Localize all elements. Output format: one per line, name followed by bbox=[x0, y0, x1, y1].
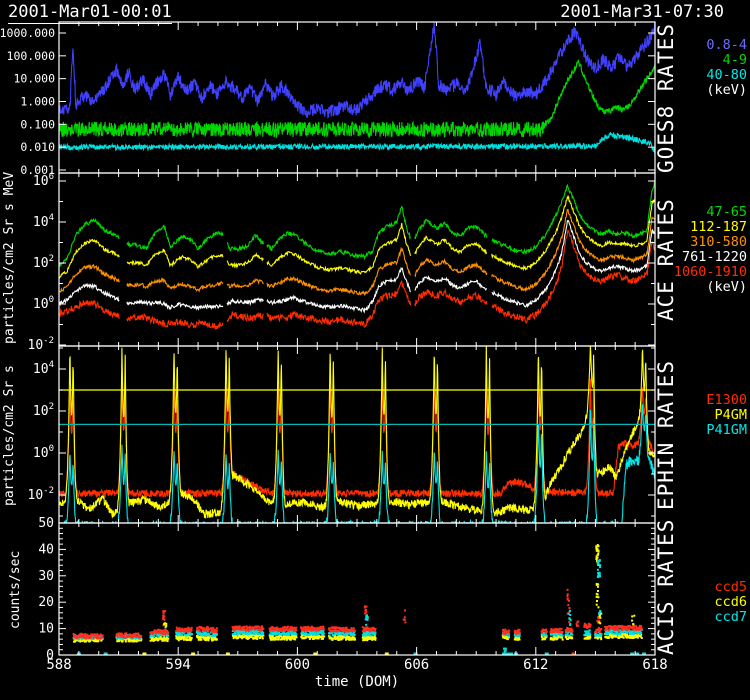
ephin-series-E1300 bbox=[59, 379, 655, 497]
svg-text:618: 618 bbox=[642, 657, 667, 673]
goes8-series-group bbox=[59, 19, 655, 152]
svg-text:0.010: 0.010 bbox=[20, 140, 55, 154]
svg-text:100: 100 bbox=[33, 295, 54, 312]
ephin-frame bbox=[59, 346, 655, 523]
svg-text:20: 20 bbox=[38, 595, 54, 610]
svg-text:50: 50 bbox=[38, 516, 54, 531]
svg-text:30: 30 bbox=[38, 569, 54, 584]
ace-series-group bbox=[59, 181, 655, 329]
svg-text:100.000: 100.000 bbox=[7, 49, 56, 63]
ace-series-761-1220 bbox=[59, 221, 655, 312]
ace-legend-item: 761-1220 bbox=[674, 250, 747, 265]
svg-text:1000.000: 1000.000 bbox=[0, 26, 55, 40]
goes8-ytick-labels: 1000.000100.00010.0001.0000.1000.0100.00… bbox=[0, 26, 55, 177]
ace-legend-item: 112-187 bbox=[674, 220, 747, 235]
ephin-legend-item: P4GM bbox=[706, 408, 747, 423]
acis-panel-title: ACIS RATES bbox=[654, 523, 678, 655]
goes8-legend-item: (keV) bbox=[706, 83, 747, 98]
svg-text:1.000: 1.000 bbox=[20, 94, 55, 108]
ephin-legend-item: E1300 bbox=[706, 393, 747, 408]
ephin-ytick-labels: 10-2 100 102 104 bbox=[28, 360, 55, 503]
x-axis-tick-labels: 588 594 600 606 612 618 bbox=[46, 657, 667, 673]
goes8-panel-title: GOES8 RATES bbox=[654, 22, 678, 173]
acis-legend-item: ccd6 bbox=[714, 595, 747, 610]
svg-text:588: 588 bbox=[46, 657, 71, 673]
ace-ytick-labels: 10-2 100 102 104 106 bbox=[28, 172, 55, 353]
ephin-ticks bbox=[59, 346, 655, 523]
svg-text:612: 612 bbox=[523, 657, 548, 673]
goes8-legend-item: 40-80 bbox=[706, 68, 747, 83]
ace-legend-item: 1060-1910 bbox=[674, 265, 747, 280]
ephin-series-group bbox=[59, 344, 655, 533]
svg-text:104: 104 bbox=[33, 213, 54, 230]
goes8-series-4-9 bbox=[59, 60, 655, 137]
ephin-legend: E1300P4GMP41GM bbox=[706, 393, 747, 438]
x-axis-label: time (DOM) bbox=[59, 674, 655, 690]
ephin-panel-title: EPHIN RATES bbox=[654, 346, 678, 523]
svg-text:40: 40 bbox=[38, 542, 54, 557]
svg-text:10: 10 bbox=[38, 622, 54, 637]
ace-series-310-580 bbox=[59, 210, 655, 296]
goes8-legend-item: 0.8-4 bbox=[706, 38, 747, 53]
svg-text:606: 606 bbox=[404, 657, 429, 673]
goes8-series-0.8-4 bbox=[59, 19, 655, 118]
svg-text:0.100: 0.100 bbox=[20, 117, 55, 131]
acis-ytick-labels: 01020304050 bbox=[38, 516, 54, 663]
svg-text:10.000: 10.000 bbox=[13, 72, 55, 86]
space-weather-plot-screen: { "header": {"left": "2001-Mar01-00:01",… bbox=[0, 0, 750, 700]
svg-text:104: 104 bbox=[33, 360, 54, 377]
goes8-legend-item: 4-9 bbox=[706, 53, 747, 68]
acis-series-group bbox=[73, 544, 646, 654]
acis-legend-item: ccd5 bbox=[714, 580, 747, 595]
acis-y-axis-unit-label: counts/sec bbox=[8, 527, 23, 653]
svg-text:100: 100 bbox=[33, 444, 54, 461]
svg-text:102: 102 bbox=[33, 254, 54, 271]
svg-text:106: 106 bbox=[33, 172, 54, 189]
acis-legend-item: ccd7 bbox=[714, 610, 747, 625]
ace-legend-item: 310-580 bbox=[674, 235, 747, 250]
ephin-y-axis-unit-label: particles/cm2 Sr s bbox=[2, 351, 17, 521]
svg-text:594: 594 bbox=[166, 657, 191, 673]
svg-text:600: 600 bbox=[285, 657, 310, 673]
ace-legend: 47-65112-187310-580761-12201060-1910(keV… bbox=[674, 205, 747, 295]
svg-text:10-2: 10-2 bbox=[28, 336, 55, 353]
ace-legend-item: (keV) bbox=[674, 280, 747, 295]
ephin-series-P41GM bbox=[59, 404, 655, 533]
goes8-legend: 0.8-44-940-80(keV) bbox=[706, 38, 747, 98]
ace-ticks bbox=[59, 173, 655, 346]
svg-text:102: 102 bbox=[33, 402, 54, 419]
ace-frame bbox=[59, 173, 655, 346]
ace-series-112-187 bbox=[59, 197, 655, 278]
ace-legend-item: 47-65 bbox=[674, 205, 747, 220]
ephin-legend-item: P41GM bbox=[706, 423, 747, 438]
ace-series-47-65 bbox=[59, 181, 655, 265]
ace-y-axis-unit-label: particles/cm2 Sr s MeV bbox=[2, 178, 17, 344]
acis-legend: ccd5ccd6ccd7 bbox=[714, 580, 747, 625]
svg-text:10-2: 10-2 bbox=[28, 486, 55, 503]
plot-svg: 1000.000100.00010.0001.0000.1000.0100.00… bbox=[0, 0, 750, 700]
